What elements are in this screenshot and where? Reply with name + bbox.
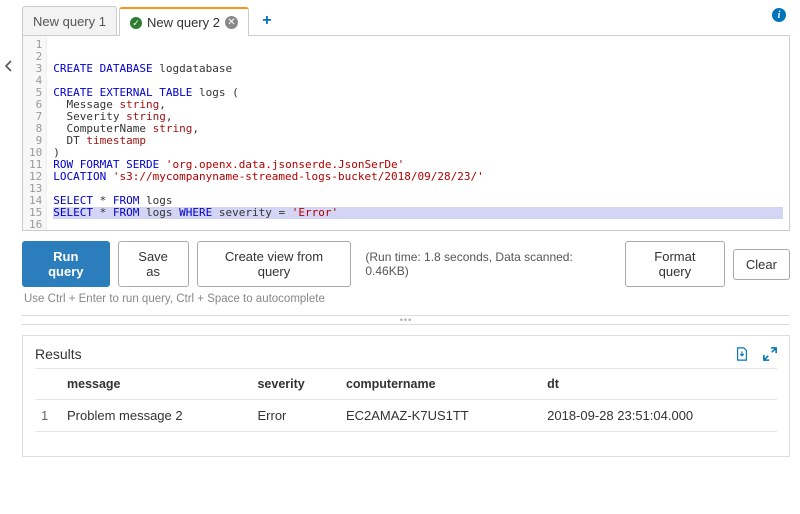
editor-actions: Run query Save as Create view from query… (22, 231, 790, 291)
results-table: message severity computername dt 1Proble… (35, 368, 777, 432)
editor-gutter: 12345678910111213141516 (23, 36, 47, 231)
cell-severity: Error (251, 400, 339, 432)
run-query-button[interactable]: Run query (22, 241, 110, 287)
panel-resize-handle[interactable]: ••• (22, 315, 790, 325)
sidebar-collapse-handle[interactable] (2, 52, 16, 80)
drag-icon: ••• (400, 317, 412, 323)
expand-icon[interactable] (763, 347, 777, 361)
create-view-button[interactable]: Create view from query (197, 241, 352, 287)
cell-computername: EC2AMAZ-K7US1TT (340, 400, 541, 432)
results-title: Results (35, 346, 82, 362)
tab-new-query-2[interactable]: ✓ New query 2 ✕ (119, 7, 249, 36)
format-query-button[interactable]: Format query (625, 241, 725, 287)
close-icon[interactable]: ✕ (225, 16, 238, 29)
results-header-row: message severity computername dt (35, 369, 777, 400)
plus-icon: + (262, 12, 271, 30)
tab-label: New query 1 (33, 14, 106, 29)
col-severity: severity (251, 369, 339, 400)
run-info-text: (Run time: 1.8 seconds, Data scanned: 0.… (365, 250, 608, 278)
col-dt: dt (541, 369, 777, 400)
tab-new-query-1[interactable]: New query 1 (22, 6, 117, 35)
cell-rownum: 1 (35, 400, 61, 432)
check-icon: ✓ (130, 17, 142, 29)
table-row[interactable]: 1Problem message 2ErrorEC2AMAZ-K7US1TT20… (35, 400, 777, 432)
cell-message: Problem message 2 (61, 400, 251, 432)
cell-dt: 2018-09-28 23:51:04.000 (541, 400, 777, 432)
query-tabs: New query 1 ✓ New query 2 ✕ + (22, 6, 790, 36)
shortcut-hint: Use Ctrl + Enter to run query, Ctrl + Sp… (22, 291, 790, 315)
clear-button[interactable]: Clear (733, 249, 790, 280)
sql-editor[interactable]: 12345678910111213141516 CREATE DATABASE … (22, 36, 790, 231)
results-panel: Results message severity computername dt (22, 335, 790, 457)
col-computername: computername (340, 369, 541, 400)
editor-code[interactable]: CREATE DATABASE logdatabase CREATE EXTER… (47, 36, 789, 231)
add-tab-button[interactable]: + (255, 9, 279, 33)
save-as-button[interactable]: Save as (118, 241, 189, 287)
download-icon[interactable] (735, 347, 749, 361)
col-message: message (61, 369, 251, 400)
col-rownum (35, 369, 61, 400)
tab-label: New query 2 (147, 15, 220, 30)
